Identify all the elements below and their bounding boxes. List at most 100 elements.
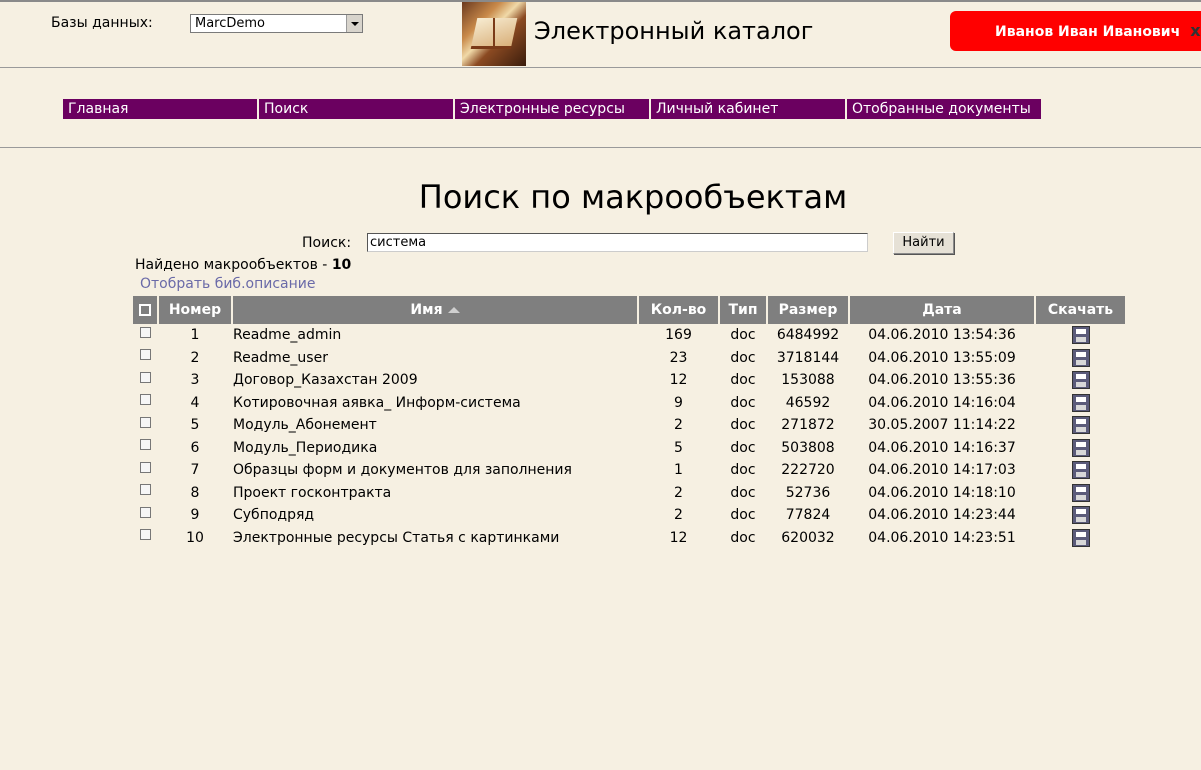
column-name-label: Имя (410, 302, 443, 318)
select-all-header (133, 296, 157, 324)
row-checkbox[interactable] (139, 394, 151, 406)
table-row: 4 Котировочная аявка_ Информ-система 9 doc 4… (133, 392, 1125, 415)
row-date: 04.06.2010 14:18:10 (868, 484, 1016, 501)
save-icon[interactable] (1071, 506, 1090, 525)
table-header-row: Номер Имя Кол-во Тип Размер Дата Скачать (133, 296, 1125, 324)
row-select-cell (133, 392, 157, 415)
catalog-logo (462, 2, 526, 66)
row-size: 271872 (781, 417, 835, 434)
table-row: 1 Readme_admin 169 doc 6484992 04.06.2010 13:… (133, 324, 1125, 347)
search-input[interactable]: система (367, 233, 868, 252)
row-checkbox[interactable] (139, 349, 151, 361)
site-title: Электронный каталог (534, 17, 814, 45)
sort-asc-icon (447, 307, 460, 313)
database-label: Базы данных: (51, 15, 153, 31)
row-count: 12 (669, 529, 688, 546)
row-select-cell (133, 527, 157, 550)
column-number[interactable]: Номер (159, 296, 231, 324)
row-size: 222720 (781, 462, 835, 479)
database-select-value: MarcDemo (195, 16, 266, 31)
save-icon[interactable] (1071, 528, 1090, 547)
table-row: 2 Readme_user 23 doc 3718144 04.06.2010 13:55… (133, 347, 1125, 370)
table-row: 9 Субподряд 2 doc 77824 04.06.2010 14:23:44 (133, 504, 1125, 527)
row-count: 5 (674, 439, 683, 456)
row-download-cell (1036, 459, 1125, 482)
row-type: doc (730, 372, 756, 389)
row-download-cell (1036, 392, 1125, 415)
row-number: 8 (190, 484, 200, 501)
nav-item-search[interactable]: Поиск (259, 99, 453, 119)
save-icon[interactable] (1071, 348, 1090, 367)
user-badge[interactable]: Иванов Иван Иванович x (950, 11, 1201, 51)
column-date[interactable]: Дата (850, 296, 1034, 324)
row-checkbox[interactable] (139, 326, 151, 338)
column-type[interactable]: Тип (720, 296, 766, 324)
table-row: 5 Модуль_Абонемент 2 doc 271872 30.05.2007 11… (133, 414, 1125, 437)
row-size: 153088 (781, 372, 835, 389)
found-count-value: 10 (331, 257, 352, 273)
column-count[interactable]: Кол-во (639, 296, 718, 324)
column-download: Скачать (1036, 296, 1125, 324)
save-icon[interactable] (1071, 326, 1090, 345)
row-download-cell (1036, 324, 1125, 347)
row-date: 04.06.2010 14:16:37 (868, 439, 1016, 456)
row-number: 7 (190, 462, 200, 479)
found-label: Найдено макрообъектов - (135, 257, 332, 273)
save-icon[interactable] (1071, 371, 1090, 390)
row-count: 23 (669, 349, 688, 366)
row-name: Readme_admin (233, 327, 342, 344)
row-size: 620032 (781, 529, 835, 546)
database-select[interactable]: MarcDemo (190, 14, 363, 33)
row-date: 04.06.2010 14:23:51 (868, 529, 1016, 546)
column-size[interactable]: Размер (768, 296, 848, 324)
row-date: 04.06.2010 13:55:09 (868, 349, 1016, 366)
save-icon[interactable] (1071, 393, 1090, 412)
row-checkbox[interactable] (139, 484, 151, 496)
row-count: 2 (674, 507, 683, 524)
nav-divider (0, 147, 1201, 148)
row-name: Электронные ресурсы Статья с картинками (233, 529, 560, 546)
row-download-cell (1036, 414, 1125, 437)
row-number: 4 (190, 394, 200, 411)
column-name[interactable]: Имя (233, 296, 637, 324)
save-icon[interactable] (1071, 483, 1090, 502)
row-size: 46592 (785, 394, 831, 411)
header-divider (0, 67, 1201, 68)
row-type: doc (730, 529, 756, 546)
row-number: 9 (190, 507, 200, 524)
chevron-down-icon[interactable] (346, 15, 362, 32)
nav-item-eresources[interactable]: Электронные ресурсы (455, 99, 649, 119)
close-icon[interactable]: x (1190, 11, 1200, 51)
row-number: 5 (190, 417, 200, 434)
row-count: 2 (674, 417, 683, 434)
save-icon[interactable] (1071, 461, 1090, 480)
found-count: Найдено макрообъектов - 10 (135, 257, 351, 273)
search-button[interactable]: Найти (893, 232, 954, 254)
row-number: 2 (190, 349, 200, 366)
row-download-cell (1036, 504, 1125, 527)
row-select-cell (133, 437, 157, 460)
select-bib-link[interactable]: Отобрать биб.описание (140, 276, 315, 292)
row-count: 1 (674, 462, 683, 479)
nav-item-selected-docs[interactable]: Отобранные документы (847, 99, 1041, 119)
row-checkbox[interactable] (139, 506, 151, 518)
row-type: doc (730, 394, 756, 411)
row-type: doc (730, 327, 756, 344)
nav-item-account[interactable]: Личный кабинет (651, 99, 845, 119)
save-icon[interactable] (1071, 438, 1090, 457)
row-select-cell (133, 414, 157, 437)
row-checkbox[interactable] (139, 461, 151, 473)
nav-item-home[interactable]: Главная (63, 99, 257, 119)
row-name: Субподряд (233, 507, 315, 524)
user-name: Иванов Иван Иванович (995, 24, 1181, 40)
row-checkbox[interactable] (139, 439, 151, 451)
row-checkbox[interactable] (139, 371, 151, 383)
row-size: 77824 (785, 507, 831, 524)
row-checkbox[interactable] (139, 416, 151, 428)
row-type: doc (730, 462, 756, 479)
row-checkbox[interactable] (139, 529, 151, 541)
row-name: Проект госконтракта (233, 484, 392, 501)
select-all-checkbox[interactable] (139, 304, 151, 316)
row-count: 12 (669, 372, 688, 389)
save-icon[interactable] (1071, 416, 1090, 435)
